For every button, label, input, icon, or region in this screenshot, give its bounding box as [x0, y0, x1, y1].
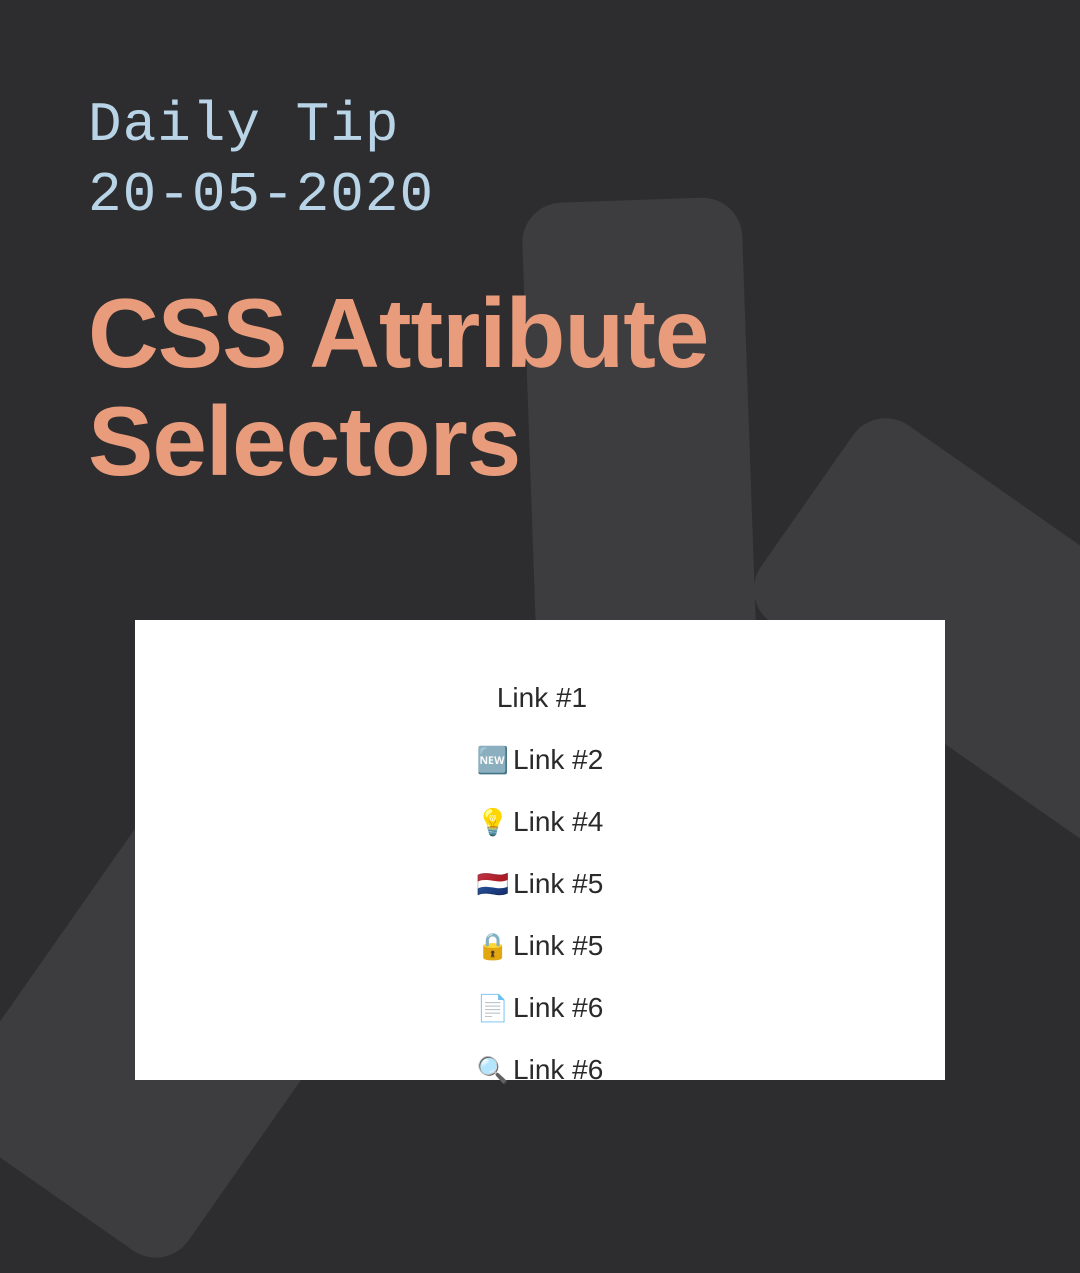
link-label: Link #6 [513, 1054, 603, 1086]
list-item[interactable]: 💡 Link #4 [477, 806, 604, 838]
subtitle-line-2: 20-05-2020 [88, 160, 1080, 230]
list-item[interactable]: 🇳🇱 Link #5 [477, 868, 604, 900]
search-icon: 🔍 [477, 1055, 509, 1086]
lock-icon: 🔒 [477, 931, 509, 962]
link-label: Link #4 [513, 806, 603, 838]
link-label: Link #5 [513, 930, 603, 962]
document-icon: 📄 [477, 993, 509, 1024]
title-line-2: Selectors [88, 388, 1080, 496]
header-content: Daily Tip 20-05-2020 CSS Attribute Selec… [0, 0, 1080, 496]
list-item[interactable]: 🔒 Link #5 [477, 930, 604, 962]
lightbulb-icon: 💡 [477, 807, 509, 838]
link-label: Link #1 [497, 682, 587, 714]
new-icon: 🆕 [477, 745, 509, 776]
subtitle: Daily Tip 20-05-2020 [88, 90, 1080, 230]
link-label: Link #6 [513, 992, 603, 1024]
list-item[interactable]: 📄 Link #6 [477, 992, 604, 1024]
list-item[interactable]: 🆕 Link #2 [477, 744, 604, 776]
page-title: CSS Attribute Selectors [88, 280, 1080, 496]
title-line-1: CSS Attribute [88, 280, 1080, 388]
link-label: Link #5 [513, 868, 603, 900]
link-label: Link #2 [513, 744, 603, 776]
subtitle-line-1: Daily Tip [88, 90, 1080, 160]
list-item[interactable]: 🔍 Link #6 [477, 1054, 604, 1086]
flag-icon: 🇳🇱 [477, 869, 509, 900]
list-item[interactable]: Link #1 [493, 682, 587, 714]
demo-panel: Link #1 🆕 Link #2 💡 Link #4 🇳🇱 Link #5 🔒… [135, 620, 945, 1080]
